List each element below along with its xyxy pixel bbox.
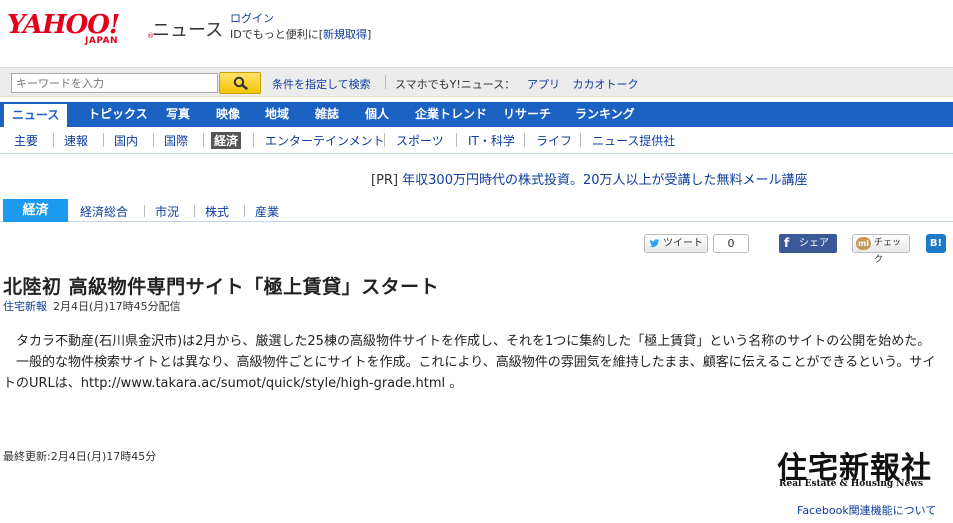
search-bar: 条件を指定して検索 スマホでもY!ニュース： アプリ カカオトーク — [0, 67, 953, 97]
app-link[interactable]: アプリ — [527, 78, 560, 91]
smartphone-label: スマホでもY!ニュース： — [395, 78, 516, 91]
divider — [456, 133, 457, 147]
sub-nav-economy[interactable]: 経済 — [211, 132, 242, 149]
share-label: シェア — [799, 238, 829, 249]
divider — [194, 205, 195, 217]
search-icon — [233, 76, 248, 90]
category-label[interactable]: 経済 — [3, 199, 68, 222]
main-nav-magazines[interactable]: 雑誌 — [315, 102, 339, 127]
main-nav-topics[interactable]: トピックス — [88, 102, 148, 127]
login-link[interactable]: ログイン — [230, 12, 274, 25]
main-nav-research[interactable]: リサーチ — [503, 102, 551, 127]
divider — [203, 133, 204, 147]
sub-nav-domestic[interactable]: 国内 — [114, 132, 138, 149]
provider-logo-english: Real Estate & Housing News — [779, 479, 924, 489]
sub-nav-breaking[interactable]: 速報 — [64, 132, 88, 149]
kakaotalk-link[interactable]: カカオトーク — [573, 78, 639, 91]
section-title[interactable]: ニュース — [152, 16, 223, 42]
facebook-icon: f — [784, 236, 790, 250]
article-published: 2月4日(月)17時45分配信 — [53, 300, 181, 313]
divider — [144, 205, 145, 217]
tweet-count: 0 — [713, 234, 749, 253]
divider — [384, 133, 385, 147]
main-nav-corporate-trends[interactable]: 企業トレンド — [415, 102, 487, 127]
pr-ad: [PR] 年収300万円時代の株式投資。20万人以上が受講した無料メール講座 — [371, 169, 808, 188]
facebook-features-link[interactable]: Facebook関連機能について — [797, 502, 936, 518]
login-box: ログイン IDでもっと便利に[新規取得] — [230, 11, 371, 43]
sub-nav-it-science[interactable]: IT・科学 — [468, 132, 515, 149]
sub-nav-international[interactable]: 国際 — [164, 132, 188, 149]
pr-tag: [PR] — [371, 173, 399, 188]
article-headline: 北陸初 高級物件専門サイト「極上賃貸」スタート — [3, 276, 440, 298]
last-updated: 最終更新:2月4日(月)17時45分 — [3, 450, 157, 463]
advanced-search-link[interactable]: 条件を指定して検索 — [272, 76, 371, 92]
main-nav-ranking[interactable]: ランキング — [575, 102, 635, 127]
mixi-icon: mi — [856, 237, 871, 250]
article-source-link[interactable]: 住宅新報 — [3, 300, 47, 313]
login-desc-suffix: ] — [367, 28, 372, 41]
article-paragraph: タカラ不動産(石川県金沢市)は2月から、厳選した25棟の高級物件サイトを作成し、… — [3, 334, 931, 349]
sub-nav-top[interactable]: 主要 — [14, 132, 38, 149]
tweet-label: ツイート — [663, 238, 703, 249]
article-paragraph: 一般的な物件検索サイトとは異なり、高級物件ごとにサイトを作成。これにより、高級物… — [3, 355, 936, 391]
sub-nav-sports[interactable]: スポーツ — [396, 132, 444, 149]
main-nav-local[interactable]: 地域 — [265, 102, 289, 127]
divider — [524, 133, 525, 147]
divider — [153, 133, 154, 147]
check-label: チェック — [874, 238, 902, 265]
divider — [244, 205, 245, 217]
search-button[interactable] — [219, 72, 261, 94]
article-byline: 住宅新報 2月4日(月)17時45分配信 — [3, 298, 181, 314]
main-nav-video[interactable]: 映像 — [216, 102, 240, 127]
yahoo-japan-logo[interactable]: YAHOO! JAPAN ® — [7, 10, 154, 52]
provider-logo[interactable]: 住宅新報社 Real Estate & Housing News — [777, 443, 947, 491]
sub-nav-life[interactable]: ライフ — [536, 132, 572, 149]
divider — [53, 133, 54, 147]
signup-link[interactable]: 新規取得 — [323, 28, 367, 41]
main-nav-news[interactable]: ニュース — [2, 102, 70, 127]
divider — [385, 75, 386, 89]
twitter-bird-icon — [649, 239, 660, 248]
main-nav-individual[interactable]: 個人 — [365, 102, 389, 127]
sub-nav-entertainment[interactable]: エンターテインメント — [265, 132, 385, 149]
logo-japan-text: JAPAN — [85, 36, 119, 46]
app-links: アプリ カカオトーク — [527, 76, 648, 92]
category-industry[interactable]: 産業 — [255, 203, 279, 220]
main-nav-photos[interactable]: 写真 — [166, 102, 190, 127]
category-market[interactable]: 市況 — [155, 203, 179, 220]
category-economy-general[interactable]: 経済総合 — [80, 203, 128, 220]
search-input[interactable] — [11, 73, 218, 93]
tweet-button[interactable]: ツイート — [644, 234, 708, 253]
facebook-share-button[interactable]: f シェア — [779, 234, 837, 253]
pr-ad-link[interactable]: 年収300万円時代の株式投資。20万人以上が受講した無料メール講座 — [402, 173, 807, 188]
category-bar: 経済 経済総合 市況 株式 産業 — [0, 199, 953, 222]
divider — [103, 133, 104, 147]
login-desc-prefix: IDでもっと便利に[ — [230, 28, 324, 41]
category-stocks[interactable]: 株式 — [205, 203, 229, 220]
divider — [253, 133, 254, 147]
main-nav: ニュース トピックス 写真 映像 地域 雑誌 個人 企業トレンド リサーチ ラン… — [0, 102, 953, 127]
sub-nav-providers[interactable]: ニュース提供社 — [592, 132, 675, 149]
sub-nav: 主要 速報 国内 国際 経済 エンターテインメント スポーツ IT・科学 ライフ… — [0, 127, 953, 154]
mixi-check-button[interactable]: mi チェック — [852, 234, 910, 265]
hatena-bookmark-button[interactable]: B! — [926, 234, 946, 253]
divider — [580, 133, 581, 147]
article-body: タカラ不動産(石川県金沢市)は2月から、厳選した25棟の高級物件サイトを作成し、… — [3, 331, 947, 394]
